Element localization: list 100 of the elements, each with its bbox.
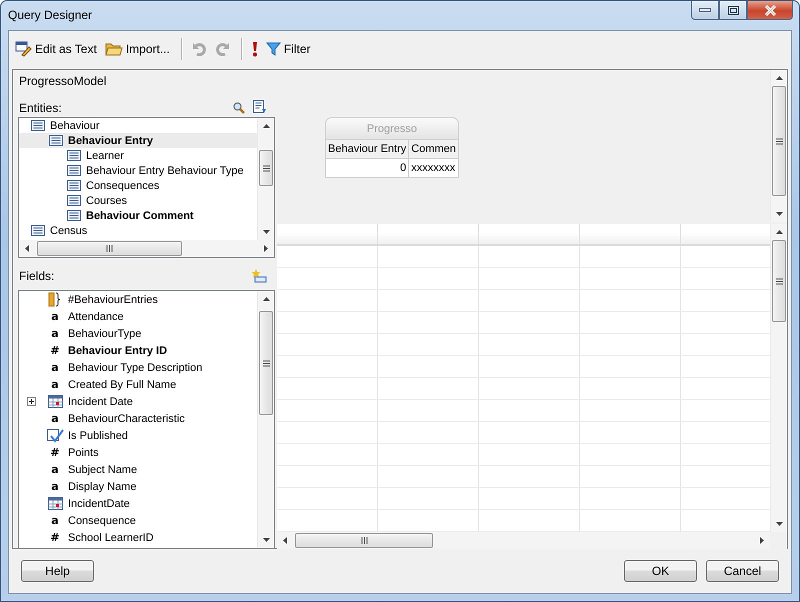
field-item[interactable]: a Created By Full Name xyxy=(19,376,257,393)
table-title: Progresso xyxy=(325,117,459,139)
vertical-scrollbar[interactable] xyxy=(257,118,274,240)
field-item[interactable]: a BehaviourCharacteristic xyxy=(19,410,257,427)
down-arrow-icon xyxy=(776,522,782,526)
search-icon[interactable] xyxy=(233,102,245,114)
expand-icon[interactable] xyxy=(27,397,36,406)
table-icon xyxy=(67,180,81,191)
dialog-button[interactable]: Cancel xyxy=(706,560,779,582)
table-icon xyxy=(67,150,81,161)
dialog-button[interactable]: OK xyxy=(624,560,697,582)
left-arrow-icon xyxy=(25,244,29,252)
table-icon xyxy=(67,210,81,221)
help-button[interactable]: Help xyxy=(21,560,94,582)
redo-icon xyxy=(214,41,230,56)
filter-icon xyxy=(266,42,281,56)
field-item[interactable]: # School LearnerID xyxy=(19,529,257,546)
close-button[interactable] xyxy=(747,1,793,20)
field-item[interactable]: a Behaviour Type Description xyxy=(19,359,257,376)
edit-button[interactable]: Edit as Text xyxy=(12,38,100,58)
horizontal-scrollbar[interactable] xyxy=(19,240,274,257)
import-button[interactable]: Import... xyxy=(102,39,173,58)
entity-item[interactable]: Census xyxy=(19,223,257,238)
field-type-icon: a xyxy=(46,310,64,323)
calendar-icon xyxy=(48,497,62,510)
undo-icon xyxy=(192,41,207,56)
grip-icon xyxy=(774,276,784,286)
table-icon xyxy=(67,165,81,176)
right-arrow-icon xyxy=(264,244,268,252)
maximize-icon xyxy=(728,6,738,14)
entity-item[interactable]: Courses xyxy=(19,193,257,208)
checkbox-icon xyxy=(46,428,64,442)
entity-item[interactable]: Behaviour Entry Behaviour Type xyxy=(19,163,257,178)
column-header: Behaviour Entry xyxy=(326,140,409,158)
up-arrow-icon xyxy=(776,230,782,234)
star-field-icon[interactable] xyxy=(251,269,267,283)
entity-item[interactable]: Consequences xyxy=(19,178,257,193)
field-item[interactable]: #BehaviourEntries xyxy=(19,291,257,308)
entity-item[interactable]: Behaviour Entry xyxy=(19,133,257,148)
minimize-button[interactable] xyxy=(691,1,719,20)
field-type-icon: a xyxy=(46,327,64,340)
up-arrow-icon xyxy=(262,297,270,301)
field-item[interactable]: Incident Date xyxy=(19,393,257,410)
field-type-icon: # xyxy=(46,531,64,544)
minimize-icon xyxy=(699,8,711,12)
folder-icon xyxy=(104,41,123,56)
table-icon xyxy=(31,120,45,131)
grip-icon xyxy=(105,244,114,253)
left-arrow-icon xyxy=(283,536,287,544)
vertical-scrollbar[interactable] xyxy=(257,291,274,548)
field-item[interactable]: IncidentDate xyxy=(19,495,257,512)
up-arrow-icon xyxy=(776,76,782,80)
field-type-icon: # xyxy=(46,344,64,357)
grip-icon xyxy=(262,358,270,368)
up-arrow-icon xyxy=(262,124,270,128)
field-type-icon: a xyxy=(46,361,64,374)
table-cell: 0 xyxy=(326,158,409,178)
field-item[interactable]: # Points xyxy=(19,444,257,461)
edit-icon xyxy=(15,40,32,56)
exclamation-icon xyxy=(252,40,258,56)
down-arrow-icon xyxy=(776,212,782,216)
close-icon xyxy=(764,4,776,16)
vertical-scrollbar[interactable] xyxy=(770,224,787,532)
horizontal-scrollbar[interactable] xyxy=(277,532,770,549)
aggregate-icon xyxy=(48,292,62,307)
field-item[interactable]: a Attendance xyxy=(19,308,257,325)
entity-item[interactable]: Learner xyxy=(19,148,257,163)
field-type-icon: a xyxy=(46,412,64,425)
window-title: Query Designer xyxy=(7,7,92,24)
field-item[interactable]: a Display Name xyxy=(19,478,257,495)
field-item[interactable]: Is Published xyxy=(19,427,257,444)
entity-item[interactable]: Behaviour xyxy=(19,118,257,133)
table-icon xyxy=(49,135,63,146)
grip-icon xyxy=(774,136,784,146)
field-item[interactable]: a Subject Name xyxy=(19,461,257,478)
grip-icon xyxy=(262,164,270,172)
filter-button[interactable]: Filter xyxy=(262,40,314,58)
down-arrow-icon xyxy=(262,538,270,542)
grip-icon xyxy=(360,536,368,545)
table-icon xyxy=(67,195,81,206)
column-header: Commen xyxy=(408,140,458,158)
fields-label: Fields: xyxy=(19,269,54,283)
field-item[interactable]: a Consequence xyxy=(19,512,257,529)
model-name: ProgressoModel xyxy=(19,74,106,88)
down-arrow-icon xyxy=(262,230,270,234)
vertical-scrollbar[interactable] xyxy=(770,70,787,222)
field-item[interactable]: a BehaviourType xyxy=(19,325,257,342)
field-type-icon: a xyxy=(46,514,64,527)
calendar-icon xyxy=(48,395,62,408)
field-type-icon: # xyxy=(46,446,64,459)
table-icon xyxy=(31,225,45,236)
field-item[interactable]: # Behaviour Entry ID xyxy=(19,342,257,359)
entity-item[interactable]: Behaviour Comment xyxy=(19,208,257,223)
field-type-icon: a xyxy=(46,378,64,391)
entities-label: Entities: xyxy=(19,101,62,115)
field-type-icon: a xyxy=(46,480,64,493)
right-arrow-icon xyxy=(760,536,764,544)
table-cell: xxxxxxxx xyxy=(408,158,458,178)
maximize-button[interactable] xyxy=(719,1,747,20)
field-type-icon: a xyxy=(46,463,64,476)
